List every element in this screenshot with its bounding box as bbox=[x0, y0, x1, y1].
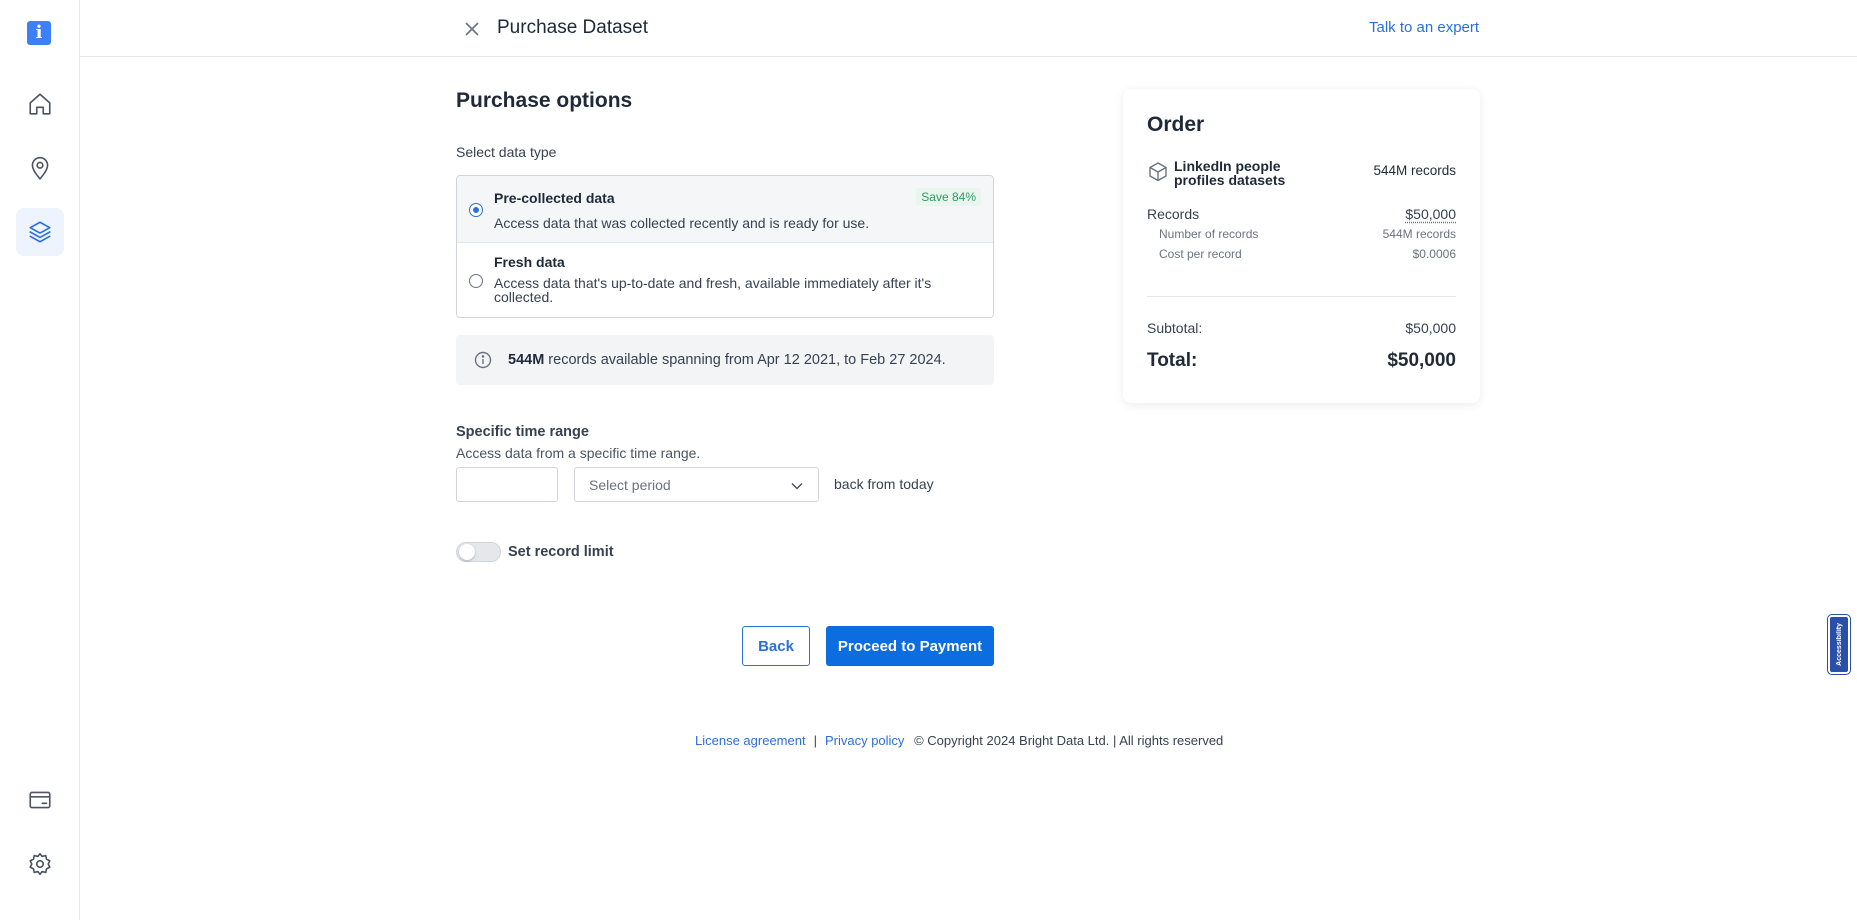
order-divider bbox=[1147, 296, 1456, 297]
accessibility-button[interactable]: Accessibility bbox=[1828, 615, 1850, 674]
info-logo-icon[interactable]: i bbox=[27, 21, 51, 45]
option-title: Pre-collected data bbox=[494, 190, 615, 206]
subtotal-value: $50,000 bbox=[1405, 320, 1456, 336]
number-of-records-label: Number of records bbox=[1159, 227, 1259, 241]
order-title: Order bbox=[1147, 113, 1205, 136]
copyright-text: © Copyright 2024 Bright Data Ltd. | All … bbox=[914, 733, 1224, 748]
toggle-knob bbox=[459, 544, 475, 560]
back-from-today-label: back from today bbox=[834, 476, 934, 492]
total-row: Total: $50,000 bbox=[1147, 350, 1456, 372]
dataset-records: 544M records bbox=[1373, 163, 1456, 178]
record-limit-toggle[interactable] bbox=[456, 542, 501, 562]
purchase-options-heading: Purchase options bbox=[456, 89, 633, 112]
time-range-number-input[interactable] bbox=[456, 467, 558, 502]
option-title: Fresh data bbox=[494, 254, 565, 270]
total-label: Total: bbox=[1147, 350, 1198, 371]
option-pre-collected[interactable]: Pre-collected data Access data that was … bbox=[457, 176, 993, 243]
records-info-box: 544M records available spanning from Apr… bbox=[456, 335, 994, 385]
records-value[interactable]: $50,000 bbox=[1405, 206, 1456, 222]
privacy-policy-link[interactable]: Privacy policy bbox=[825, 733, 904, 748]
datasets-stack-icon[interactable] bbox=[16, 208, 64, 256]
page-title: Purchase Dataset bbox=[497, 17, 649, 38]
records-label: Records bbox=[1147, 206, 1200, 222]
license-agreement-link[interactable]: License agreement bbox=[695, 733, 806, 748]
billing-card-icon[interactable] bbox=[16, 776, 64, 824]
radio-fresh[interactable] bbox=[469, 274, 483, 288]
radio-pre-collected[interactable] bbox=[469, 203, 483, 217]
option-fresh[interactable]: Fresh data Access data that's up-to-date… bbox=[457, 243, 993, 317]
subtotal-label: Subtotal: bbox=[1147, 320, 1203, 336]
cost-per-record-value: $0.0006 bbox=[1412, 247, 1456, 261]
option-description: Access data that's up-to-date and fresh,… bbox=[494, 275, 932, 305]
data-type-options: Pre-collected data Access data that was … bbox=[456, 175, 994, 318]
records-span-text: records available spanning from Apr 12 2… bbox=[544, 352, 946, 368]
proceed-to-payment-button[interactable]: Proceed to Payment bbox=[826, 626, 994, 666]
info-circle-icon bbox=[474, 351, 492, 369]
option-description: Access data that was collected recently … bbox=[494, 215, 870, 231]
time-range-title: Specific time range bbox=[456, 424, 589, 440]
period-select[interactable]: Select period bbox=[574, 467, 819, 502]
back-button[interactable]: Back bbox=[742, 626, 810, 666]
record-limit-label: Set record limit bbox=[508, 544, 614, 560]
footer-separator: | bbox=[813, 733, 817, 748]
accessibility-button-label: Accessibility bbox=[1835, 623, 1843, 666]
footer: License agreement | Privacy policy © Copyr… bbox=[695, 733, 1223, 748]
select-data-type-label: Select data type bbox=[456, 144, 557, 160]
number-of-records-value: 544M records bbox=[1382, 227, 1456, 241]
number-of-records-row: Number of records 544M records bbox=[1147, 227, 1456, 241]
period-select-placeholder: Select period bbox=[589, 477, 671, 493]
save-badge: Save 84% bbox=[916, 188, 981, 206]
chevron-down-icon bbox=[790, 479, 804, 493]
home-icon[interactable] bbox=[16, 80, 64, 128]
total-value: $50,000 bbox=[1387, 350, 1456, 371]
page-header: Purchase Dataset Talk to an expert bbox=[80, 0, 1857, 57]
order-summary-card: Order LinkedIn people profiles datasets … bbox=[1123, 89, 1480, 403]
records-info-text: 544M records available spanning from Apr… bbox=[508, 352, 946, 368]
time-range-description: Access data from a specific time range. bbox=[456, 445, 701, 461]
dataset-name: LinkedIn people profiles datasets bbox=[1174, 158, 1286, 188]
settings-gear-icon[interactable] bbox=[16, 840, 64, 888]
cost-per-record-label: Cost per record bbox=[1159, 247, 1242, 261]
subtotal-row: Subtotal: $50,000 bbox=[1147, 320, 1456, 336]
sidebar: i bbox=[0, 0, 80, 920]
records-row: Records $50,000 bbox=[1147, 206, 1456, 222]
cost-per-record-row: Cost per record $0.0006 bbox=[1147, 247, 1456, 261]
records-count: 544M bbox=[508, 352, 545, 368]
dataset-stack-icon bbox=[1147, 161, 1169, 183]
location-pin-icon[interactable] bbox=[16, 144, 64, 192]
talk-to-expert-link[interactable]: Talk to an expert bbox=[1369, 19, 1479, 36]
close-icon[interactable] bbox=[461, 18, 483, 40]
